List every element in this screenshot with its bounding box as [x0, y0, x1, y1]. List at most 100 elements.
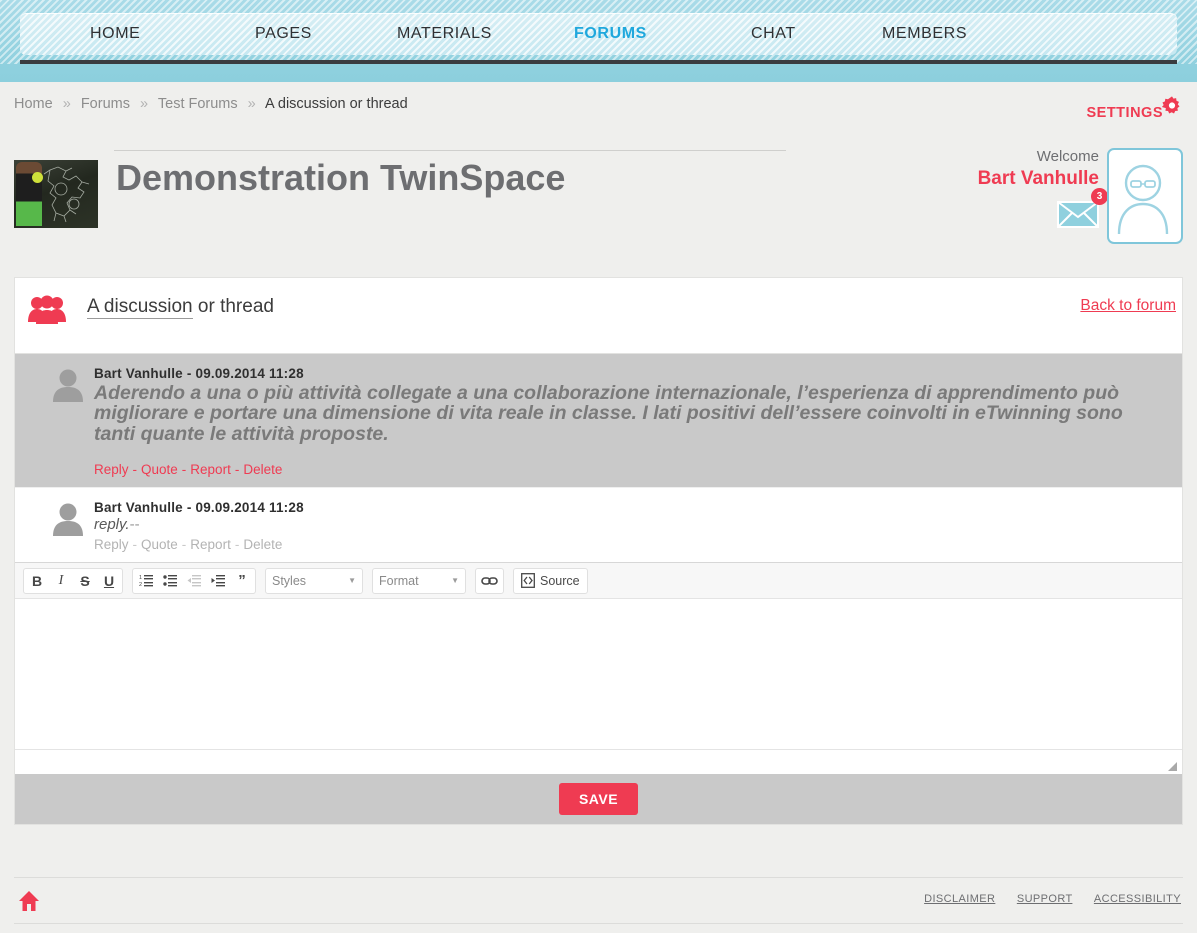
user-avatar-icon: [1117, 164, 1169, 235]
post-action-reply[interactable]: Reply: [94, 462, 129, 477]
nav-item-home[interactable]: HOME: [90, 13, 140, 55]
post-author: Bart Vanhulle: [94, 366, 183, 381]
nav-list: HOME PAGES MATERIALS FORUMS CHAT MEMBERS: [20, 13, 1177, 55]
page-title-block: Demonstration TwinSpace: [114, 150, 786, 199]
footer-link-support[interactable]: SUPPORT: [1017, 893, 1073, 905]
twinspace-thumbnail: [14, 160, 98, 228]
thread-header: A discussion or thread Back to forum: [15, 278, 1182, 354]
chevron-down-icon: ▼: [348, 576, 356, 586]
page-footer: DISCLAIMER SUPPORT ACCESSIBILITY: [14, 877, 1183, 924]
format-dropdown-label: Format: [379, 573, 419, 588]
source-icon: [521, 573, 535, 589]
nav-item-materials[interactable]: MATERIALS: [397, 13, 492, 55]
source-button[interactable]: Source: [513, 567, 588, 594]
numbered-list-icon[interactable]: 12: [134, 570, 158, 592]
underline-button[interactable]: U: [97, 570, 121, 592]
breadcrumb-separator: »: [247, 96, 256, 112]
toolbar-group-lists: 12 ”: [132, 567, 256, 594]
message-count-badge: 3: [1091, 188, 1108, 205]
post-action-delete[interactable]: Delete: [243, 537, 282, 552]
nav-item-members[interactable]: MEMBERS: [882, 13, 967, 55]
post-meta: Bart Vanhulle - 09.09.2014 11:28: [94, 366, 1182, 381]
post-body: reply.--: [94, 517, 1152, 533]
bold-button[interactable]: B: [25, 570, 49, 592]
home-icon[interactable]: [18, 890, 40, 917]
styles-dropdown-label: Styles: [272, 573, 307, 588]
editor-toolbar: B I S U 12 ” Styles ▼ Format ▼ Source: [15, 563, 1182, 600]
footer-links: DISCLAIMER SUPPORT ACCESSIBILITY: [906, 893, 1181, 905]
bulleted-list-icon[interactable]: [158, 570, 182, 592]
post-timestamp: 09.09.2014 11:28: [195, 500, 304, 516]
settings-label: SETTINGS: [1086, 104, 1163, 121]
post-action-report[interactable]: Report: [190, 462, 231, 477]
toolbar-group-basic: B I S U: [23, 567, 123, 594]
breadcrumb-item-test-forums[interactable]: Test Forums: [158, 96, 238, 112]
welcome-label: Welcome: [1036, 148, 1099, 165]
post-meta-separator: -: [186, 500, 192, 516]
post-author: Bart Vanhulle: [94, 500, 183, 516]
breadcrumb: Home » Forums » Test Forums » A discussi…: [14, 96, 408, 112]
breadcrumb-separator: »: [140, 96, 149, 112]
svg-text:1: 1: [139, 575, 142, 581]
post-avatar-icon: [52, 368, 84, 407]
messages-link[interactable]: 3: [1057, 188, 1108, 233]
settings-link[interactable]: SETTINGS: [1086, 96, 1183, 121]
main-navigation: HOME PAGES MATERIALS FORUMS CHAT MEMBERS: [20, 13, 1177, 55]
link-icon: [481, 576, 498, 585]
post-action-reply[interactable]: Reply: [94, 537, 129, 552]
post-action-quote[interactable]: Quote: [141, 537, 178, 552]
thread-title-underlined: A discussion: [87, 296, 193, 319]
save-bar: SAVE: [15, 774, 1182, 825]
svg-text:2: 2: [139, 582, 142, 588]
format-dropdown[interactable]: Format ▼: [372, 567, 466, 594]
nav-item-pages[interactable]: PAGES: [255, 13, 312, 55]
page-title: Demonstration TwinSpace: [116, 157, 566, 198]
post-timestamp: 09.09.2014 11:28: [195, 366, 304, 381]
rich-text-editor: B I S U 12 ” Styles ▼ Format ▼ Source: [15, 562, 1182, 775]
breadcrumb-item-forums[interactable]: Forums: [81, 96, 130, 112]
source-button-label: Source: [540, 573, 580, 588]
thread-title: A discussion or thread: [87, 296, 274, 319]
footer-link-accessibility[interactable]: ACCESSIBILITY: [1094, 893, 1181, 905]
save-button[interactable]: SAVE: [558, 783, 639, 816]
thread-title-rest: or thread: [192, 296, 274, 317]
breadcrumb-separator: »: [62, 96, 71, 112]
breadcrumb-item-home[interactable]: Home: [14, 96, 53, 112]
avatar[interactable]: [1107, 148, 1183, 244]
footer-link-disclaimer[interactable]: DISCLAIMER: [924, 893, 995, 905]
post-action-delete[interactable]: Delete: [243, 462, 282, 477]
post-actions: Reply - Quote - Report - Delete: [94, 537, 1182, 552]
post-body: Aderendo a una o più attività collegate …: [94, 382, 1123, 445]
indent-icon[interactable]: [206, 570, 230, 592]
post-action-report[interactable]: Report: [190, 537, 231, 552]
post-meta: Bart Vanhulle - 09.09.2014 11:28: [94, 500, 1182, 515]
post-body-text: reply.: [94, 516, 130, 534]
action-separator: -: [181, 537, 187, 553]
nav-item-chat[interactable]: CHAT: [751, 13, 796, 55]
action-separator: -: [132, 537, 138, 553]
back-to-forum-link[interactable]: Back to forum: [1080, 297, 1176, 315]
action-separator: -: [234, 537, 240, 553]
blockquote-button[interactable]: ”: [230, 570, 254, 592]
banner-bottom-strip: [0, 64, 1197, 82]
editor-content-area[interactable]: [15, 599, 1182, 751]
action-separator: -: [132, 462, 138, 478]
resize-grip-handle[interactable]: [1168, 762, 1177, 772]
chevron-down-icon: ▼: [451, 576, 459, 586]
styles-dropdown[interactable]: Styles ▼: [265, 567, 363, 594]
europe-map-outline: [43, 166, 90, 223]
editor-status-bar: [15, 750, 1182, 775]
post-meta-separator: -: [186, 366, 192, 381]
action-separator: -: [181, 462, 187, 478]
nav-item-forums[interactable]: FORUMS: [574, 13, 647, 55]
italic-button[interactable]: I: [49, 570, 73, 592]
gear-icon: [1161, 95, 1183, 121]
strikethrough-button[interactable]: S: [73, 570, 97, 592]
group-icon: [28, 295, 66, 330]
link-button[interactable]: [475, 567, 504, 594]
forum-post: Bart Vanhulle - 09.09.2014 11:28 reply.-…: [15, 487, 1182, 563]
user-name[interactable]: Bart Vanhulle: [899, 168, 1099, 190]
outdent-icon[interactable]: [182, 570, 206, 592]
post-action-quote[interactable]: Quote: [141, 462, 178, 477]
post-actions: Reply - Quote - Report - Delete: [94, 462, 1182, 477]
